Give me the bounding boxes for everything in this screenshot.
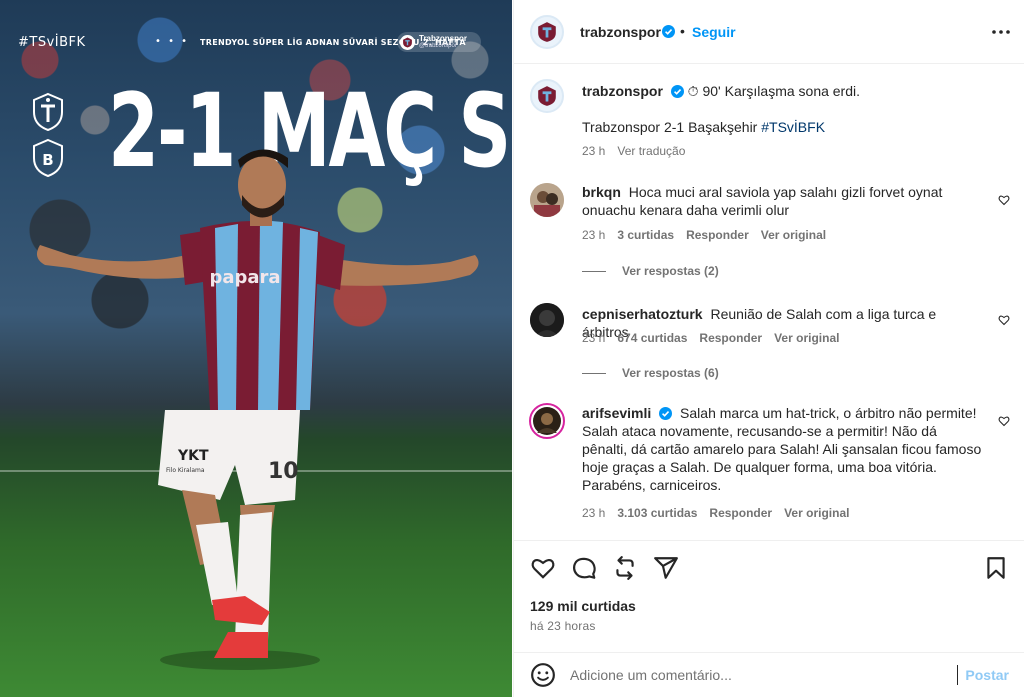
post-timestamp[interactable]: há 23 horas [530, 619, 596, 633]
verified-badge-icon [659, 407, 673, 420]
view-replies-button[interactable]: Ver respostas (2) [582, 264, 719, 278]
comment-meta: 23 h 674 curtidas Responder Ver original [582, 331, 839, 345]
caption-hashtag[interactable]: #TSvİBFK [761, 119, 825, 135]
caption-meta: 23 h Ver tradução [582, 144, 685, 158]
verified-badge-icon [670, 85, 684, 98]
caption-username[interactable]: trabzonspor [582, 83, 663, 99]
see-original-link[interactable]: Ver original [774, 331, 839, 345]
comment-meta: 23 h 3 curtidas Responder Ver original [582, 228, 826, 242]
avatar[interactable] [530, 183, 564, 217]
post-comment-button[interactable]: Postar [965, 667, 1009, 683]
see-translation-link[interactable]: Ver tradução [617, 144, 685, 158]
caption-body: trabzonspor ⏱ 90' Karşılaşma sona erdi. … [582, 82, 982, 136]
comment-input[interactable] [570, 663, 950, 687]
reply-button[interactable]: Responder [686, 228, 749, 242]
comment-meta: 23 h 3.103 curtidas Responder Ver origin… [582, 506, 849, 520]
follow-button[interactable]: Seguir [692, 24, 736, 40]
header-dot: • [680, 23, 685, 39]
text-cursor [957, 665, 958, 685]
user-photo-icon [530, 183, 564, 217]
trabzonspor-logo-icon [538, 22, 556, 42]
like-heart-icon[interactable] [530, 555, 556, 581]
comments-list[interactable]: trabzonspor ⏱ 90' Karşılaşma sona erdi. … [514, 65, 1024, 540]
post-detail-panel: trabzonspor • Seguir trabzonspor ⏱ 90' K… [513, 0, 1024, 697]
replies-divider [582, 270, 606, 272]
like-comment-heart-icon[interactable] [998, 415, 1010, 427]
comment-time[interactable]: 23 h [582, 506, 605, 520]
comment-body: brkqn Hoca muci aral saviola yap salahı … [582, 183, 982, 219]
see-original-link[interactable]: Ver original [761, 228, 826, 242]
shorts-sponsor-small: Filo Kiralama [166, 467, 205, 474]
see-original-link[interactable]: Ver original [784, 506, 849, 520]
comment-body: arifsevimli Salah marca um hat-trick, o … [582, 404, 982, 494]
like-comment-heart-icon[interactable] [998, 314, 1010, 326]
replies-divider [582, 372, 606, 374]
avatar[interactable] [530, 79, 564, 113]
user-photo-icon [530, 303, 564, 337]
comment-likes[interactable]: 3 curtidas [617, 228, 674, 242]
jersey-sponsor: papara [209, 267, 280, 288]
post-header: trabzonspor • Seguir [514, 0, 1024, 64]
comment-likes[interactable]: 674 curtidas [617, 331, 687, 345]
view-replies-button[interactable]: Ver respostas (6) [582, 366, 719, 380]
avatar[interactable] [530, 15, 564, 49]
view-replies-label[interactable]: Ver respostas (6) [622, 366, 719, 380]
comment-likes[interactable]: 3.103 curtidas [617, 506, 697, 520]
share-send-icon[interactable] [653, 555, 679, 581]
repost-icon[interactable] [612, 555, 638, 581]
like-comment-heart-icon[interactable] [998, 194, 1010, 206]
post-image[interactable]: #TSvİBFK • • • TRENDYOL SÜPER LİG ADNAN … [0, 0, 512, 697]
shorts-number: 10 [268, 459, 299, 484]
comment-time[interactable]: 23 h [582, 331, 605, 345]
caption-time[interactable]: 23 h [582, 144, 605, 158]
reply-button[interactable]: Responder [709, 506, 772, 520]
more-options-icon[interactable] [989, 20, 1013, 44]
comment-composer: Postar [514, 652, 1024, 697]
save-bookmark-icon[interactable] [983, 555, 1009, 581]
reply-button[interactable]: Responder [699, 331, 762, 345]
trabzonspor-logo-icon [538, 86, 556, 106]
emoji-icon[interactable] [530, 662, 556, 688]
comment-username[interactable]: arifsevimli [582, 405, 651, 421]
post-actions: 129 mil curtidas há 23 horas [514, 540, 1024, 655]
user-photo-icon [533, 407, 561, 435]
shorts-sponsor: YKT [177, 448, 209, 464]
avatar-with-story-ring[interactable] [529, 403, 565, 439]
comment-text: Hoca muci aral saviola yap salahı gizli … [582, 184, 943, 218]
comment-bubble-icon[interactable] [571, 555, 597, 581]
comment-time[interactable]: 23 h [582, 228, 605, 242]
caption-line-1: ⏱ 90' Karşılaşma sona erdi. [687, 83, 861, 99]
caption-line-2: Trabzonspor 2-1 Başakşehir [582, 119, 758, 135]
view-replies-label[interactable]: Ver respostas (2) [622, 264, 719, 278]
header-username[interactable]: trabzonspor [580, 24, 661, 40]
verified-badge-icon [662, 25, 675, 38]
player-illustration: papara YKT Filo Kiralama 10 [36, 149, 479, 670]
comment-username[interactable]: brkqn [582, 184, 621, 200]
likes-count[interactable]: 129 mil curtidas [530, 598, 636, 614]
avatar[interactable] [530, 303, 564, 337]
comment-username[interactable]: cepniserhatozturk [582, 306, 703, 322]
